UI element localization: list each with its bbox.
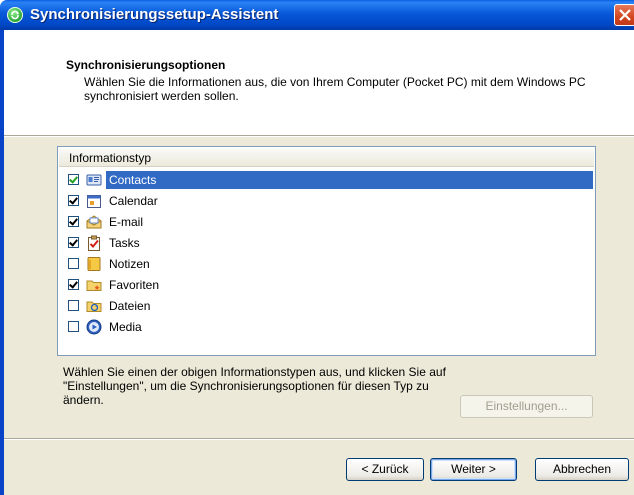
list-item-label: Tasks xyxy=(109,236,140,250)
list-item-dateien[interactable]: Dateien xyxy=(62,296,593,316)
close-button[interactable] xyxy=(614,4,634,26)
list-item-label: Dateien xyxy=(109,299,151,313)
list-item-notizen[interactable]: Notizen xyxy=(62,254,593,274)
list-item-favoriten[interactable]: Favoriten xyxy=(62,275,593,295)
list-item-label: Media xyxy=(109,320,142,334)
instruction-text: Wählen Sie einen der obigen Informations… xyxy=(63,365,446,407)
column-header-label: Informationstyp xyxy=(69,151,152,165)
list-item-label: Notizen xyxy=(109,257,150,271)
close-icon xyxy=(619,9,631,21)
checkbox-contacts[interactable] xyxy=(68,174,79,185)
selection-highlight xyxy=(106,171,593,189)
checkbox-tasks[interactable] xyxy=(68,237,79,248)
media-player-icon xyxy=(86,319,102,335)
checkbox-dateien[interactable] xyxy=(68,300,79,311)
sync-app-icon xyxy=(7,7,23,23)
page-title: Synchronisierungsoptionen xyxy=(66,58,226,72)
checkbox-notizen[interactable] xyxy=(68,258,79,269)
contacts-card-icon xyxy=(86,172,102,188)
email-envelope-icon xyxy=(86,214,102,230)
page-description: Wählen Sie die Informationen aus, die vo… xyxy=(84,75,586,103)
checkbox-favoriten[interactable] xyxy=(68,279,79,290)
list-item-tasks[interactable]: Tasks xyxy=(62,233,593,253)
list-item-media[interactable]: Media xyxy=(62,317,593,337)
checkbox-media[interactable] xyxy=(68,321,79,332)
favorites-folder-icon xyxy=(86,277,102,293)
window-title: Synchronisierungssetup-Assistent xyxy=(30,6,279,23)
calendar-icon xyxy=(86,193,102,209)
back-button[interactable]: < Zurück xyxy=(346,458,424,481)
checkbox-email[interactable] xyxy=(68,216,79,227)
footer-divider-highlight xyxy=(4,439,634,440)
checkbox-calendar[interactable] xyxy=(68,195,79,206)
title-bar[interactable]: Synchronisierungssetup-Assistent xyxy=(0,0,634,30)
next-button[interactable]: Weiter > xyxy=(430,458,517,481)
list-item-label: Contacts xyxy=(107,172,159,188)
column-header-information-type[interactable]: Informationstyp xyxy=(59,148,594,167)
wizard-window: Synchronisierungssetup-Assistent Synchro… xyxy=(0,0,634,495)
list-item-contacts[interactable]: Contacts xyxy=(62,170,593,190)
files-sync-icon xyxy=(86,298,102,314)
settings-button[interactable]: Einstellungen... xyxy=(460,395,593,418)
tasks-clipboard-icon xyxy=(86,235,102,251)
cancel-button[interactable]: Abbrechen xyxy=(535,458,629,481)
list-item-email[interactable]: E-mail xyxy=(62,212,593,232)
list-item-label: E-mail xyxy=(109,215,144,229)
list-item-calendar[interactable]: Calendar xyxy=(62,191,593,211)
notes-icon xyxy=(86,256,102,272)
list-item-label: Favoriten xyxy=(109,278,160,292)
list-item-label: Calendar xyxy=(109,194,158,208)
